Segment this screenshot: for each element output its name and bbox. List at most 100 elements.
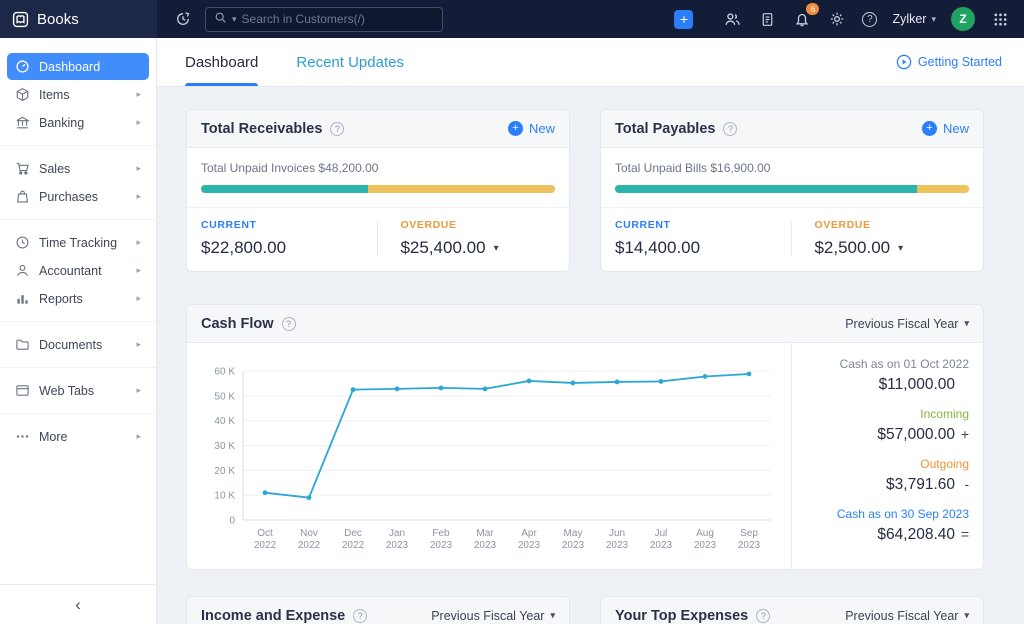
svg-text:2023: 2023	[430, 540, 453, 551]
sidebar-item-more[interactable]: More ▸	[7, 423, 149, 450]
recent-history-icon[interactable]	[173, 9, 193, 29]
svg-text:Oct: Oct	[257, 528, 273, 539]
svg-text:2023: 2023	[606, 540, 629, 551]
card-title: Total Receivables	[201, 121, 322, 137]
sidebar-item-time-tracking[interactable]: Time Tracking ▸	[7, 229, 149, 256]
help-icon[interactable]: ?	[723, 122, 737, 136]
notifications-bell-icon[interactable]: 6	[792, 9, 812, 29]
app-title: Books	[37, 11, 79, 28]
chevron-right-icon: ▸	[136, 431, 141, 442]
plus-circle-icon: +	[508, 121, 523, 136]
overdue-portion	[368, 185, 555, 193]
svg-text:2022: 2022	[298, 540, 321, 551]
sidebar-item-items[interactable]: Items ▸	[7, 81, 149, 108]
svg-text:Feb: Feb	[432, 528, 450, 539]
card-header: Cash Flow ? Previous Fiscal Year ▾	[187, 305, 983, 343]
svg-text:0: 0	[229, 516, 235, 527]
settings-gear-icon[interactable]	[827, 9, 847, 29]
card-header: Total Receivables ? + New	[187, 110, 569, 148]
card-header: Your Top Expenses ? Previous Fiscal Year…	[601, 597, 983, 624]
svg-text:Dec: Dec	[344, 528, 362, 539]
closing-balance: Cash as on 30 Sep 2023 $64,208.40 =	[806, 507, 969, 544]
help-icon[interactable]: ?	[330, 122, 344, 136]
quick-create-button[interactable]: +	[674, 10, 693, 29]
box-icon	[15, 87, 30, 102]
svg-text:Nov: Nov	[300, 528, 318, 539]
search-scope-chevron-icon[interactable]: ▾	[232, 14, 237, 25]
collapse-sidebar-button[interactable]: ‹	[0, 584, 156, 624]
svg-text:2023: 2023	[650, 540, 673, 551]
sidebar: Dashboard Items ▸ Banking ▸	[0, 38, 157, 624]
document-icon[interactable]	[757, 9, 777, 29]
sidebar-item-reports[interactable]: Reports ▸	[7, 285, 149, 312]
card-title: Total Payables	[615, 121, 715, 137]
help-icon[interactable]: ?	[282, 317, 296, 331]
sidebar-item-web-tabs[interactable]: Web Tabs ▸	[7, 377, 149, 404]
receivables-progress-bar	[201, 185, 555, 193]
svg-text:60 K: 60 K	[214, 367, 235, 378]
apps-grid-icon[interactable]	[990, 9, 1010, 29]
svg-text:2022: 2022	[254, 540, 277, 551]
sidebar-item-sales[interactable]: Sales ▸	[7, 155, 149, 182]
help-icon[interactable]: ?	[353, 609, 367, 623]
sidebar-item-banking[interactable]: Banking ▸	[7, 109, 149, 136]
overdue-dropdown-caret[interactable]: ▾	[494, 243, 499, 254]
shopping-bag-icon	[15, 189, 30, 204]
referral-users-icon[interactable]	[722, 9, 742, 29]
play-circle-icon	[896, 54, 912, 70]
org-switcher[interactable]: Zylker ▾	[892, 12, 936, 26]
total-payables-card: Total Payables ? + New Total Unpaid Bill…	[600, 109, 984, 272]
global-search[interactable]: ▾	[205, 7, 443, 32]
getting-started-link[interactable]: Getting Started	[896, 54, 1002, 70]
help-icon[interactable]: ?	[756, 609, 770, 623]
cash-flow-chart: 010 K20 K30 K40 K50 K60 KOct2022Nov2022D…	[187, 343, 791, 569]
overdue-dropdown-caret[interactable]: ▾	[898, 243, 903, 254]
fiscal-year-dropdown[interactable]: Previous Fiscal Year ▾	[845, 317, 969, 331]
folder-icon	[15, 337, 30, 352]
card-title: Cash Flow	[201, 316, 274, 332]
app-logo[interactable]: Books	[0, 0, 157, 38]
sidebar-item-accountant[interactable]: Accountant ▸	[7, 257, 149, 284]
current-receivables-stat: CURRENT $22,800.00	[201, 219, 377, 258]
main-area: Dashboard Recent Updates Getting Started…	[157, 38, 1024, 624]
total-receivables-card: Total Receivables ? + New Total Unpaid I…	[186, 109, 570, 272]
new-payable-button[interactable]: + New	[922, 121, 969, 136]
svg-text:Jan: Jan	[389, 528, 405, 539]
cart-icon	[15, 161, 30, 176]
fiscal-year-dropdown[interactable]: Previous Fiscal Year ▾	[845, 609, 969, 623]
tab-dashboard[interactable]: Dashboard	[185, 38, 258, 86]
outgoing-total: Outgoing $3,791.60 -	[806, 457, 969, 494]
svg-text:2023: 2023	[386, 540, 409, 551]
sidebar-item-documents[interactable]: Documents ▸	[7, 331, 149, 358]
getting-started-label: Getting Started	[918, 55, 1002, 69]
sidebar-item-label: Items	[39, 88, 127, 102]
user-avatar[interactable]: Z	[951, 7, 975, 31]
fiscal-year-dropdown[interactable]: Previous Fiscal Year ▾	[431, 609, 555, 623]
search-input[interactable]	[242, 12, 434, 26]
svg-text:2023: 2023	[518, 540, 541, 551]
closing-balance-link[interactable]: Cash as on 30 Sep 2023	[806, 507, 969, 521]
unpaid-invoices-total: Total Unpaid Invoices $48,200.00	[201, 161, 555, 175]
chevron-right-icon: ▸	[136, 339, 141, 350]
sidebar-item-dashboard[interactable]: Dashboard	[7, 53, 149, 80]
sidebar-item-label: Documents	[39, 338, 127, 352]
chevron-down-icon: ▾	[931, 14, 936, 25]
incoming-total: Incoming $57,000.00 +	[806, 407, 969, 444]
opening-balance: Cash as on 01 Oct 2022 $11,000.00	[806, 357, 969, 394]
chevron-right-icon: ▸	[136, 191, 141, 202]
svg-text:May: May	[564, 528, 583, 539]
cash-flow-card: Cash Flow ? Previous Fiscal Year ▾ 010 K…	[186, 304, 984, 570]
card-title: Income and Expense	[201, 608, 345, 624]
unpaid-bills-total: Total Unpaid Bills $16,900.00	[615, 161, 969, 175]
payables-progress-bar	[615, 185, 969, 193]
card-title: Your Top Expenses	[615, 608, 748, 624]
sidebar-item-label: Accountant	[39, 264, 127, 278]
browser-window-icon	[15, 383, 30, 398]
new-receivable-button[interactable]: + New	[508, 121, 555, 136]
help-icon[interactable]: ?	[862, 12, 877, 27]
svg-text:2023: 2023	[694, 540, 717, 551]
sidebar-item-purchases[interactable]: Purchases ▸	[7, 183, 149, 210]
svg-text:50 K: 50 K	[214, 391, 235, 402]
tab-recent-updates[interactable]: Recent Updates	[296, 38, 404, 86]
svg-text:Mar: Mar	[476, 528, 494, 539]
